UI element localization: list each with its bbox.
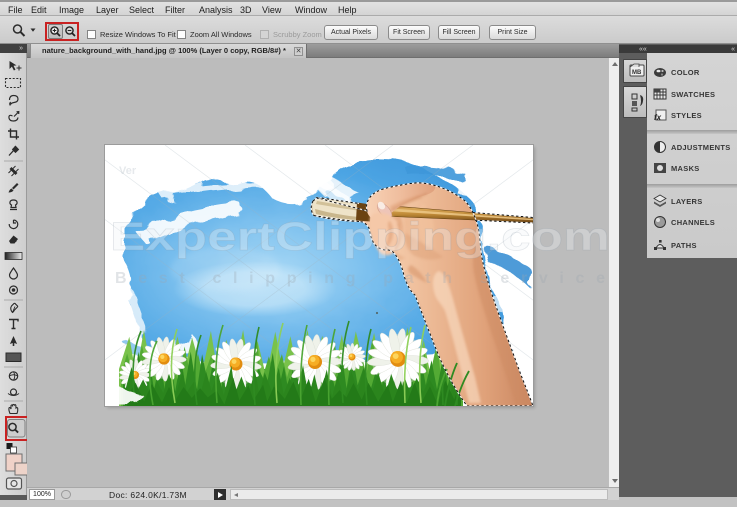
svg-text:Best clipping path service: Best clipping path service (115, 270, 605, 287)
svg-text:ExpertClipping.com: ExpertClipping.com (110, 215, 610, 259)
